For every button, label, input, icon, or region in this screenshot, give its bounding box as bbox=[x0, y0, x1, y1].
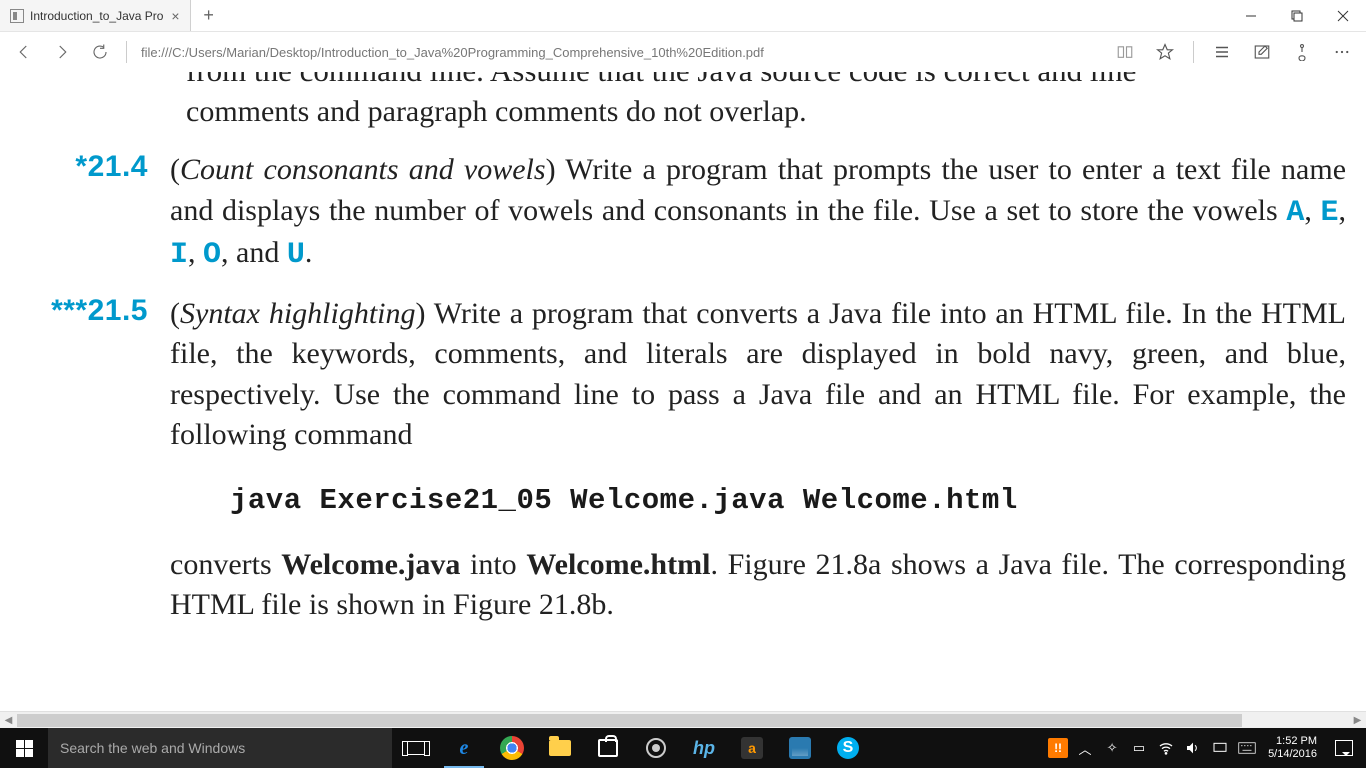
edge-icon: e bbox=[452, 736, 476, 760]
browser-tab[interactable]: Introduction_to_Java Pro × bbox=[0, 0, 191, 31]
action-center-icon bbox=[1335, 740, 1353, 756]
taskbar-app-generic[interactable] bbox=[632, 728, 680, 768]
taskbar-app-chrome[interactable] bbox=[488, 728, 536, 768]
task-view-button[interactable] bbox=[392, 728, 440, 768]
windows-logo-icon bbox=[16, 740, 33, 757]
exercise-body: (Syntax highlighting) Write a program th… bbox=[170, 294, 1346, 626]
code-example: java Exercise21_05 Welcome.java Welcome.… bbox=[230, 484, 1346, 517]
url-input[interactable]: file:///C:/Users/Marian/Desktop/Introduc… bbox=[135, 36, 1105, 68]
taskbar-pinned-apps: e hp a S bbox=[392, 728, 872, 768]
web-note-button[interactable] bbox=[1244, 34, 1280, 70]
chrome-icon bbox=[500, 736, 524, 760]
tab-title: Introduction_to_Java Pro bbox=[30, 9, 163, 23]
task-view-icon bbox=[407, 741, 425, 755]
tray-notification-badge[interactable]: !! bbox=[1046, 728, 1070, 768]
favorite-button[interactable] bbox=[1147, 34, 1183, 70]
new-tab-button[interactable]: + bbox=[191, 0, 227, 31]
exercise-number: *21.4 bbox=[0, 150, 170, 276]
forward-button[interactable] bbox=[44, 34, 80, 70]
exercise-21-5: ***21.5 (Syntax highlighting) Write a pr… bbox=[0, 294, 1352, 626]
scroll-thumb[interactable] bbox=[17, 714, 1242, 727]
tray-bluetooth-icon[interactable]: ✧ bbox=[1100, 728, 1124, 768]
close-tab-icon[interactable]: × bbox=[171, 8, 179, 24]
store-icon bbox=[598, 739, 618, 757]
circle-icon bbox=[646, 738, 666, 758]
reading-view-button[interactable] bbox=[1107, 34, 1143, 70]
close-window-button[interactable] bbox=[1320, 0, 1366, 31]
action-center-button[interactable] bbox=[1326, 740, 1362, 756]
clock-time: 1:52 PM bbox=[1276, 735, 1317, 748]
taskbar-clock[interactable]: 1:52 PM 5/14/2016 bbox=[1262, 735, 1323, 761]
scroll-track[interactable] bbox=[17, 712, 1349, 729]
page-icon bbox=[10, 9, 24, 23]
alert-badge-icon: !! bbox=[1048, 738, 1068, 758]
paragraph-prev-tail: comments and paragraph comments do not o… bbox=[186, 92, 1346, 133]
horizontal-scrollbar[interactable]: ◀ ▶ bbox=[0, 711, 1366, 728]
hp-icon: hp bbox=[692, 736, 716, 760]
exercise-21-4: *21.4 (Count consonants and vowels) Writ… bbox=[0, 150, 1352, 276]
taskbar-app-edge[interactable]: e bbox=[440, 728, 488, 768]
pdf-viewport[interactable]: from the command line. Assume that the J… bbox=[0, 72, 1352, 728]
window-controls bbox=[1228, 0, 1366, 31]
skype-icon: S bbox=[837, 737, 859, 759]
address-bar: file:///C:/Users/Marian/Desktop/Introduc… bbox=[0, 32, 1366, 72]
hub-button[interactable] bbox=[1204, 34, 1240, 70]
exercise-title: Syntax highlighting bbox=[180, 297, 416, 330]
clock-date: 5/14/2016 bbox=[1268, 748, 1317, 761]
back-button[interactable] bbox=[6, 34, 42, 70]
share-button[interactable] bbox=[1284, 34, 1320, 70]
title-bar: Introduction_to_Java Pro × + bbox=[0, 0, 1366, 32]
taskbar-app-explorer[interactable] bbox=[536, 728, 584, 768]
tray-volume-icon[interactable] bbox=[1181, 728, 1205, 768]
exercise-number: ***21.5 bbox=[0, 294, 170, 626]
partial-line: from the command line. Assume that the J… bbox=[186, 72, 1352, 92]
pdf-page-content: from the command line. Assume that the J… bbox=[0, 72, 1352, 626]
minimize-button[interactable] bbox=[1228, 0, 1274, 31]
exercise-body: (Count consonants and vowels) Write a pr… bbox=[170, 150, 1346, 276]
taskbar: Search the web and Windows e hp a S !! ︿… bbox=[0, 728, 1366, 768]
search-placeholder: Search the web and Windows bbox=[60, 740, 245, 756]
scroll-left-icon[interactable]: ◀ bbox=[0, 712, 17, 729]
exercise-title: Count consonants and vowels bbox=[180, 153, 546, 186]
tray-keyboard-icon[interactable] bbox=[1235, 728, 1259, 768]
more-button[interactable] bbox=[1324, 34, 1360, 70]
system-tray: !! ︿ ✧ ▭ 1:52 PM 5/14/2016 bbox=[1046, 728, 1366, 768]
scroll-right-icon[interactable]: ▶ bbox=[1349, 712, 1366, 729]
taskbar-app-amazon[interactable]: a bbox=[728, 728, 776, 768]
taskbar-app-store[interactable] bbox=[584, 728, 632, 768]
taskbar-search-input[interactable]: Search the web and Windows bbox=[48, 728, 392, 768]
photos-icon bbox=[789, 737, 811, 759]
tray-battery-icon[interactable]: ▭ bbox=[1127, 728, 1151, 768]
start-button[interactable] bbox=[0, 728, 48, 768]
maximize-button[interactable] bbox=[1274, 0, 1320, 31]
taskbar-app-hp[interactable]: hp bbox=[680, 728, 728, 768]
tray-messages-icon[interactable] bbox=[1208, 728, 1232, 768]
folder-icon bbox=[549, 740, 571, 756]
taskbar-app-photos[interactable] bbox=[776, 728, 824, 768]
tray-chevron-up[interactable]: ︿ bbox=[1073, 728, 1097, 768]
amazon-icon: a bbox=[741, 737, 763, 759]
refresh-button[interactable] bbox=[82, 34, 118, 70]
tray-wifi-icon[interactable] bbox=[1154, 728, 1178, 768]
taskbar-app-skype[interactable]: S bbox=[824, 728, 872, 768]
